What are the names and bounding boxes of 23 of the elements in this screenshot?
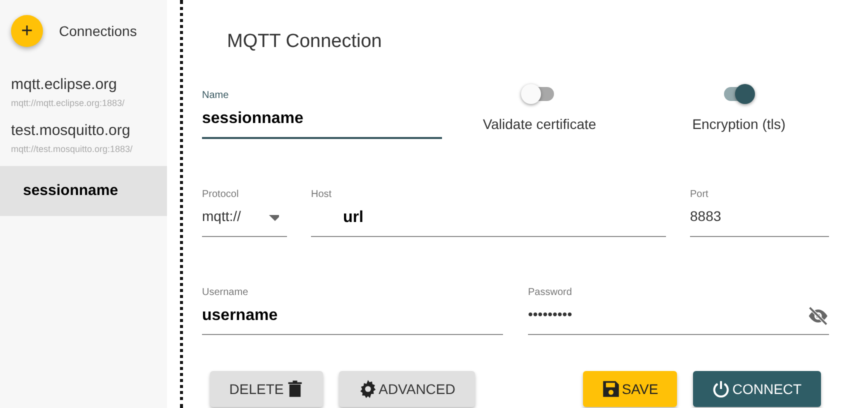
connection-item[interactable]: sessionname [0,166,167,216]
text-field[interactable]: Port 8883 [690,187,829,237]
text-field[interactable]: Protocol mqtt:// [202,187,287,237]
hide-password-icon[interactable] [806,306,829,326]
connection-item[interactable]: test.mosquitto.org mqtt://test.mosquitto.org:1883/ [0,115,167,161]
dropdown-caret-icon [269,214,279,220]
action-button[interactable]: DELETE [210,371,323,407]
sidebar-title: Connections [59,22,137,40]
add-button[interactable]: + [11,15,43,47]
settings-icon [358,380,377,398]
power-icon [712,380,730,398]
text-field[interactable]: Username username [202,285,503,335]
form-title: MQTT Connection [226,30,383,54]
text-field[interactable]: Name sessionname [202,88,442,139]
toggle-label: Encryption (tls) [692,115,786,134]
action-button[interactable]: SAVE [583,371,677,407]
trash-icon [286,380,304,398]
toggle-label: Validate certificate [482,115,596,134]
action-button[interactable]: ADVANCED [339,371,475,407]
text-field[interactable]: Password ••••••••• [528,285,829,335]
action-button[interactable]: CONNECT [693,371,821,407]
text-field[interactable]: Host url [311,187,666,237]
connection-item[interactable]: mqtt.eclipse.org mqtt://mqtt.eclipse.org:1883/ [0,69,167,115]
